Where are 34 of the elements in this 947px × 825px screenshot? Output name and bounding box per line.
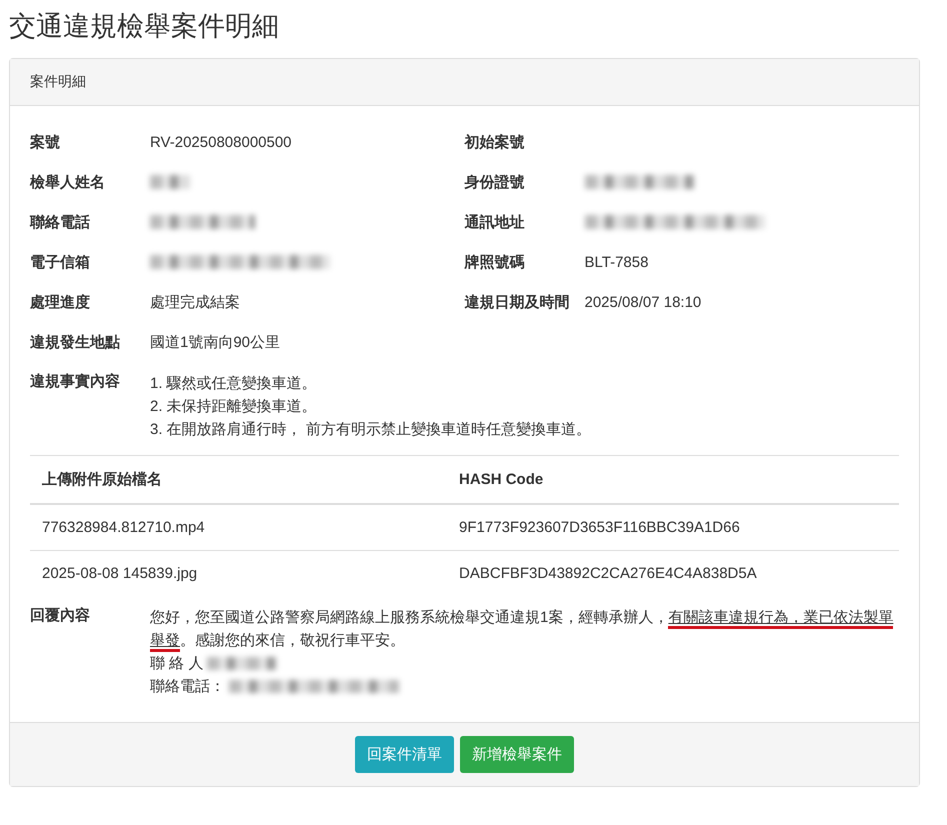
field-label: 初始案號: [464, 132, 526, 152]
action-button[interactable]: 新增檢舉案件: [460, 736, 574, 773]
action-button[interactable]: 回案件清單: [355, 736, 454, 773]
table-cell: 9F1773F923607D3653F116BBC39A1D66: [447, 504, 899, 550]
column-header: 上傳附件原始檔名: [30, 456, 448, 504]
field-label: 檢舉人姓名: [30, 172, 106, 192]
contact-label: 聯 絡 人: [150, 654, 204, 674]
violation-item: 1. 驟然或任意變換車道。: [150, 374, 318, 394]
field-label: 案號: [30, 132, 61, 152]
field-label: 牌照號碼: [464, 252, 526, 272]
field-label: 聯絡電話: [30, 212, 91, 232]
field-value: 國道1號南向90公里: [150, 332, 280, 352]
field-label: 通訊地址: [464, 212, 526, 232]
field-label: 違規事實內容: [30, 372, 121, 391]
field-label: 回覆內容: [30, 606, 91, 625]
page-title: 交通違規檢舉案件明細: [9, 10, 280, 43]
violation-item: 2. 未保持距離變換車道。: [150, 397, 318, 417]
contact-label: 聯絡電話：: [150, 677, 225, 697]
table-cell: 2025-08-08 145839.jpg: [30, 550, 448, 596]
table-cell: DABCFBF3D43892C2CA276E4C4A838D5A: [447, 550, 899, 596]
field-label: 處理進度: [30, 292, 91, 312]
field-value: BLT-7858: [584, 254, 648, 270]
violation-item: 3. 在開放路肩通行時， 前方有明示禁止變換車道時任意變換車道。: [150, 420, 591, 440]
panel-title: 案件明細: [30, 73, 86, 89]
field-label: 電子信箱: [30, 252, 91, 272]
field-value: 2025/08/07 18:10: [584, 294, 702, 310]
reply-text: 您好，您至國道公路警察局網路線上服務系統檢舉交通違規1案，經轉承辦人，有關該車違規行為，業已依法製單舉發。感謝您的來信，敬祝行車平安。: [150, 606, 899, 652]
table-cell: 776328984.812710.mp4: [30, 504, 448, 550]
field-value: RV-20250808000500: [150, 134, 292, 150]
field-value: 處理完成結案: [150, 292, 240, 312]
field-label: 違規日期及時間: [464, 292, 570, 312]
field-label: 身份證號: [464, 172, 526, 192]
field-label: 違規發生地點: [30, 332, 121, 352]
column-header: HASH Code: [447, 456, 899, 504]
